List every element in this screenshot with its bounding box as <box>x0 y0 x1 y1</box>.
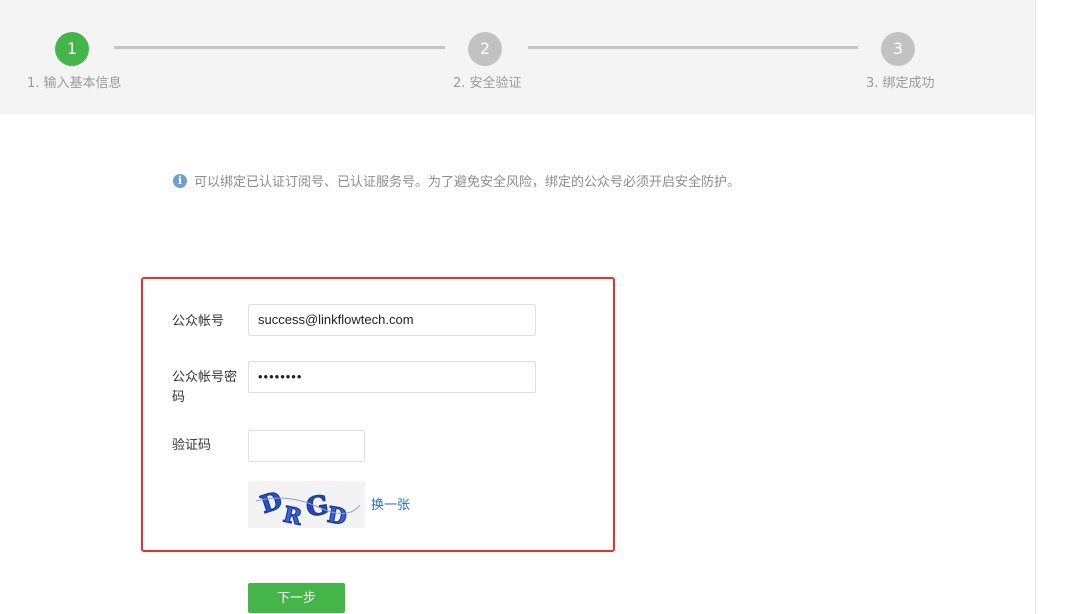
refresh-captcha-link[interactable]: 换一张 <box>371 494 410 513</box>
step-connector-2 <box>528 46 858 49</box>
captcha-graphic: D R G D <box>255 484 361 528</box>
password-label: 公众帐号密码 <box>172 370 238 405</box>
step-1-circle: 1 <box>55 32 89 66</box>
account-input[interactable]: success@linkflowtech.com <box>248 304 536 336</box>
page-right-border <box>1035 0 1036 614</box>
svg-text:D: D <box>257 485 286 519</box>
account-label: 公众帐号 <box>172 314 225 329</box>
captcha-input[interactable] <box>248 430 365 462</box>
info-tip-text: 可以绑定已认证订阅号、已认证服务号。为了避免安全风险，绑定的公众号必须开启安全防… <box>194 175 741 190</box>
info-icon: i <box>173 173 187 188</box>
svg-text:R: R <box>281 502 305 528</box>
password-input[interactable]: •••••••• <box>248 361 536 393</box>
captcha-image[interactable]: D R G D <box>248 481 365 528</box>
step-3-circle: 3 <box>881 32 915 66</box>
captcha-label: 验证码 <box>172 438 212 453</box>
progress-stepper: 1 2 3 1. 输入基本信息 2. 安全验证 3. 绑定成功 <box>0 0 1035 115</box>
step-2-circle: 2 <box>468 32 502 66</box>
step-connector-1 <box>114 46 445 49</box>
step-3-label: 3. 绑定成功 <box>866 76 935 91</box>
next-step-button[interactable]: 下一步 <box>248 583 345 613</box>
step-2-label: 2. 安全验证 <box>453 76 522 91</box>
info-tip: i 可以绑定已认证订阅号、已认证服务号。为了避免安全风险，绑定的公众号必须开启安… <box>173 171 740 190</box>
step-1-label: 1. 输入基本信息 <box>27 76 122 91</box>
svg-text:D: D <box>325 502 348 528</box>
